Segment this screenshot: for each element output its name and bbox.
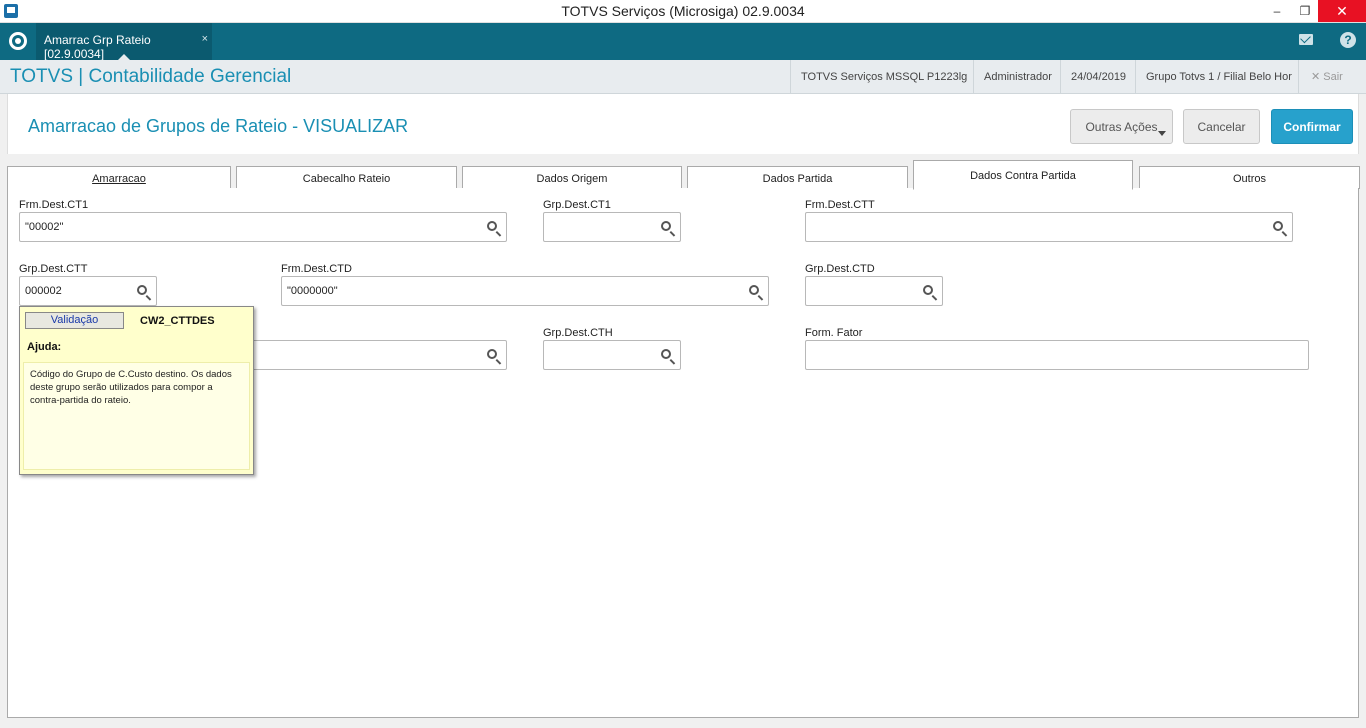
grp-dest-ctd-input[interactable] [805,276,943,306]
search-icon[interactable] [749,285,759,295]
tab-label: Dados Origem [536,173,608,185]
close-window-button[interactable]: ✕ [1318,0,1366,22]
grp-dest-ctt-input[interactable]: 000002 [19,276,157,306]
search-icon[interactable] [137,285,147,295]
tab-outros[interactable]: Outros [1139,166,1360,189]
search-icon[interactable] [661,221,671,231]
form-fator-input[interactable] [805,340,1309,370]
tab-label: Dados Partida [762,173,833,185]
frm-dest-ctd-input[interactable]: "0000000" [281,276,769,306]
tab-dados-origem[interactable]: Dados Origem [462,166,682,189]
frm-dest-ctd-label: Frm.Dest.CTD [281,263,352,275]
close-tab-icon[interactable]: × [202,33,208,45]
totvs-logo-icon[interactable] [9,32,27,50]
doc-tab-label: Amarrac Grp Rateio [02.9.0034] [44,33,151,61]
tab-amarracao[interactable]: Amarracao [7,166,231,189]
field-value: 000002 [25,285,62,297]
search-icon[interactable] [923,285,933,295]
company-info: Grupo Totvs 1 / Filial Belo Hor [1135,60,1302,94]
tab-label: Amarracao [92,173,146,185]
tab-dados-partida[interactable]: Dados Partida [687,166,908,189]
grp-dest-ctd-label: Grp.Dest.CTD [805,263,875,275]
help-heading: Ajuda: [27,341,62,353]
tab-label: Outros [1232,173,1266,185]
server-info: TOTVS Serviços MSSQL P1223lg [790,60,977,94]
search-icon[interactable] [661,349,671,359]
module-title: TOTVS | Contabilidade Gerencial [10,66,292,87]
other-actions-label: Outras Ações [1085,120,1158,134]
help-text: Código do Grupo de C.Custo destino. Os d… [23,362,250,470]
page-title: Amarracao de Grupos de Rateio - VISUALIZ… [28,116,409,136]
grp-dest-ctt-label: Grp.Dest.CTT [19,263,88,275]
window-titlebar: TOTVS Serviços (Microsiga) 02.9.0034 – ❐… [0,0,1366,23]
user-info: Administrador [973,60,1062,94]
tab-dados-contra-partida[interactable]: Dados Contra Partida [913,160,1133,190]
tab-amarrac-grp-rateio[interactable]: Amarrac Grp Rateio [02.9.0034] × [36,23,212,61]
confirm-button[interactable]: Confirmar [1271,109,1353,144]
search-icon[interactable] [1273,221,1283,231]
search-icon[interactable] [487,349,497,359]
field-help-tooltip: Validação CW2_CTTDES Ajuda: Código do Gr… [19,306,254,475]
cancel-button[interactable]: Cancelar [1183,109,1260,144]
grp-dest-cth-input[interactable] [543,340,681,370]
grp-dest-ct1-input[interactable] [543,212,681,242]
tab-label: Dados Contra Partida [970,170,1076,182]
field-value: "0000000" [287,285,338,297]
form-fator-label: Form. Fator [805,327,863,339]
other-actions-button[interactable]: Outras Ações [1070,109,1173,144]
window-title: TOTVS Serviços (Microsiga) 02.9.0034 [561,3,805,19]
tab-cabecalho-rateio[interactable]: Cabecalho Rateio [236,166,457,189]
validation-button[interactable]: Validação [25,312,124,329]
app-header: TOTVS | Contabilidade Gerencial TOTVS Se… [0,60,1366,94]
grp-dest-cth-label: Grp.Dest.CTH [543,327,613,339]
search-icon[interactable] [487,221,497,231]
logout-button[interactable]: ✕ Sair [1298,60,1343,94]
tab-label: Cabecalho Rateio [302,173,391,185]
minimize-button[interactable]: – [1262,0,1292,22]
maximize-button[interactable]: ❐ [1290,0,1320,22]
mail-icon[interactable] [1299,34,1313,45]
field-code: CW2_CTTDES [140,315,215,327]
app-tabstrip: Amarrac Grp Rateio [02.9.0034] × ? [0,23,1366,61]
frm-dest-ct1-label: Frm.Dest.CT1 [19,199,89,211]
grp-dest-ct1-label: Grp.Dest.CT1 [543,199,611,211]
help-icon[interactable]: ? [1340,32,1356,48]
field-value: "00002" [25,221,64,233]
dropdown-arrow-icon [1158,131,1166,136]
frm-dest-ct1-input[interactable]: "00002" [19,212,507,242]
frm-dest-ctt-input[interactable] [805,212,1293,242]
date-info: 24/04/2019 [1060,60,1136,94]
page-header: Amarracao de Grupos de Rateio - VISUALIZ… [7,94,1359,154]
frm-dest-ctt-label: Frm.Dest.CTT [805,199,875,211]
